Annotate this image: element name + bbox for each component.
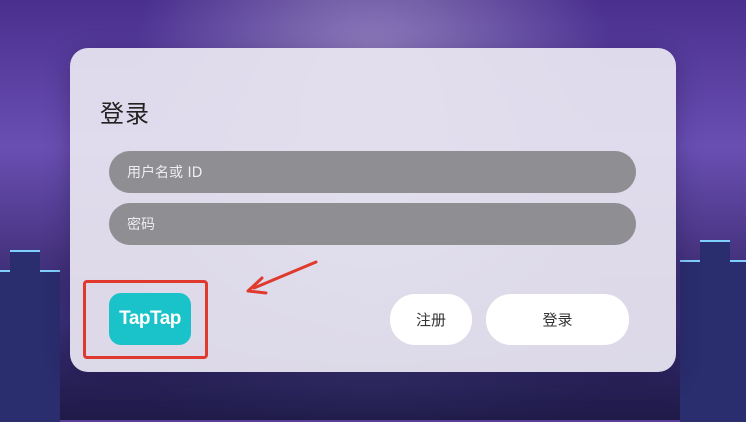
password-input[interactable]: 密码 [109,203,636,245]
username-placeholder: 用户名或 ID [127,165,203,181]
annotation-highlight-box [83,280,208,359]
annotation-arrow-icon [246,260,318,295]
register-button[interactable]: 注册 [390,294,472,345]
username-input[interactable]: 用户名或 ID [109,151,636,193]
password-placeholder: 密码 [127,217,155,233]
login-button[interactable]: 登录 [486,294,629,345]
dialog-title: 登录 [100,100,150,128]
